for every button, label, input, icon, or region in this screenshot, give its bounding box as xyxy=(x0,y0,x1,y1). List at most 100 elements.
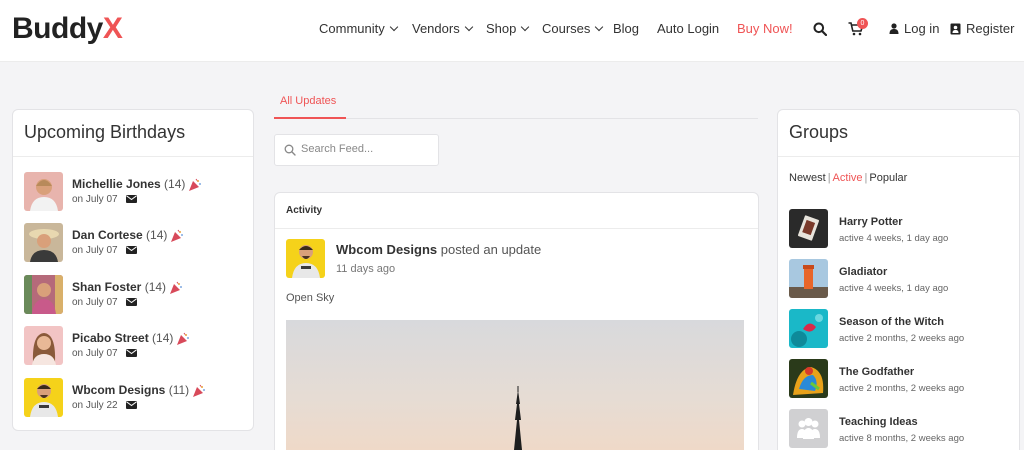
member-name: Dan Cortese (14) xyxy=(72,228,184,243)
search-feed-box xyxy=(274,134,439,166)
group-avatar[interactable] xyxy=(789,409,828,448)
birthdays-widget: Upcoming Birthdays Michellie Jones (14) … xyxy=(12,109,254,431)
login-label: Log in xyxy=(904,21,940,36)
filter-separator: | xyxy=(827,172,831,184)
nav-item-shop[interactable]: Shop xyxy=(486,21,530,36)
filter-newest[interactable]: Newest xyxy=(789,172,826,184)
widget-title: Upcoming Birthdays xyxy=(24,122,186,142)
nav-label: Shop xyxy=(486,21,517,36)
filter-popular[interactable]: Popular xyxy=(869,172,907,184)
login-link[interactable]: Log in xyxy=(889,21,939,36)
avatar[interactable] xyxy=(24,326,63,365)
author-name-link[interactable]: Wbcom Designs xyxy=(336,242,437,257)
party-popper-icon xyxy=(171,229,184,242)
age-count: (14) xyxy=(144,280,167,294)
post-image[interactable] xyxy=(286,320,744,450)
nav-label: Auto Login xyxy=(657,21,720,36)
active-tab-indicator xyxy=(274,117,346,119)
chevron-down-icon xyxy=(464,22,473,32)
envelope-icon[interactable] xyxy=(126,195,137,203)
party-popper-icon xyxy=(193,384,206,397)
nav-item-buy-now[interactable]: Buy Now! xyxy=(737,21,793,36)
divider xyxy=(778,156,1019,157)
chevron-down-icon xyxy=(521,22,530,32)
groups-widget: Groups Newest | Active | Popular Harry Potte… xyxy=(777,109,1020,450)
envelope-icon[interactable] xyxy=(126,349,137,357)
nav-label: Blog xyxy=(613,21,640,36)
birthday-date: on July 07 xyxy=(72,194,118,205)
widget-title: Groups xyxy=(789,122,849,142)
envelope-icon[interactable] xyxy=(126,246,137,254)
tab-all-updates[interactable]: All Updates xyxy=(280,95,336,107)
nav-label: Vendors xyxy=(412,21,460,36)
logo-text-accent: X xyxy=(102,12,123,45)
group-name-link[interactable]: Season of the Witch xyxy=(839,316,944,328)
member-name: Picabo Street (14) xyxy=(72,331,190,346)
user-icon xyxy=(889,23,899,34)
nav-item-courses[interactable]: Courses xyxy=(542,21,604,36)
activity-heading: Activity xyxy=(286,205,323,216)
tab-divider xyxy=(274,118,758,119)
group-avatar[interactable] xyxy=(789,309,828,348)
member-name: Shan Foster (14) xyxy=(72,280,183,295)
birthday-item: Wbcom Designs (11) on July 22 xyxy=(24,378,244,418)
envelope-icon[interactable] xyxy=(126,298,137,306)
site-logo[interactable]: BuddyX xyxy=(12,12,123,46)
group-last-active: active 4 weeks, 1 day ago xyxy=(839,233,949,244)
member-name-link[interactable]: Michellie Jones xyxy=(72,177,161,191)
avatar[interactable] xyxy=(24,172,63,211)
post-title: Wbcom Designs posted an update xyxy=(336,242,541,257)
member-name-link[interactable]: Shan Foster xyxy=(72,280,141,294)
avatar[interactable] xyxy=(24,223,63,262)
author-avatar[interactable] xyxy=(286,239,325,278)
nav-item-community[interactable]: Community xyxy=(319,21,398,36)
birthday-date: on July 07 xyxy=(72,297,118,308)
group-avatar[interactable] xyxy=(789,359,828,398)
group-last-active: active 8 months, 2 weeks ago xyxy=(839,433,965,444)
post-timestamp[interactable]: 11 days ago xyxy=(336,263,395,275)
member-name: Michellie Jones (14) xyxy=(72,177,202,192)
birthday-date: on July 07 xyxy=(72,348,118,359)
group-item: Harry Potter active 4 weeks, 1 day ago xyxy=(789,209,1009,249)
group-item: Gladiator active 4 weeks, 1 day ago xyxy=(789,259,1009,299)
site-header: BuddyX Community Vendors Shop Courses Bl… xyxy=(0,0,1024,62)
party-popper-icon xyxy=(170,281,182,294)
group-name-link[interactable]: Teaching Ideas xyxy=(839,416,918,428)
avatar[interactable] xyxy=(24,275,63,314)
group-name-link[interactable]: Gladiator xyxy=(839,266,887,278)
birthday-item: Michellie Jones (14) on July 07 xyxy=(24,172,244,212)
group-last-active: active 2 months, 2 weeks ago xyxy=(839,383,965,394)
birthday-date: on July 22 xyxy=(72,400,118,411)
group-name-link[interactable]: The Godfather xyxy=(839,366,914,378)
search-feed-input[interactable] xyxy=(301,143,431,155)
group-avatar[interactable] xyxy=(789,259,828,298)
search-icon[interactable] xyxy=(813,22,827,36)
age-count: (14) xyxy=(146,228,168,242)
birthday-item: Shan Foster (14) on July 07 xyxy=(24,275,244,315)
post-action: posted an update xyxy=(437,242,542,257)
nav-item-auto-login[interactable]: Auto Login xyxy=(657,21,719,36)
party-popper-icon xyxy=(177,332,190,345)
group-name-link[interactable]: Harry Potter xyxy=(839,216,903,228)
divider xyxy=(275,228,758,229)
register-link[interactable]: Register xyxy=(950,21,1014,36)
filter-active[interactable]: Active xyxy=(833,172,863,184)
member-name: Wbcom Designs (11) xyxy=(72,383,206,398)
member-name-link[interactable]: Dan Cortese xyxy=(72,228,143,242)
age-count: (14) xyxy=(164,177,186,191)
nav-item-blog[interactable]: Blog xyxy=(613,21,639,36)
nav-label: Community xyxy=(319,21,385,36)
avatar[interactable] xyxy=(24,378,63,417)
cart-count-badge: 0 xyxy=(857,18,868,29)
age-count: (11) xyxy=(168,383,190,397)
nav-item-vendors[interactable]: Vendors xyxy=(412,21,473,36)
chevron-down-icon xyxy=(389,22,398,32)
group-item: Teaching Ideas active 8 months, 2 weeks … xyxy=(789,409,1009,449)
envelope-icon[interactable] xyxy=(126,401,137,409)
nav-label: Buy Now! xyxy=(737,21,793,36)
search-icon xyxy=(284,144,296,156)
group-avatar[interactable] xyxy=(789,209,828,248)
member-name-link[interactable]: Picabo Street xyxy=(72,331,149,345)
member-name-link[interactable]: Wbcom Designs xyxy=(72,383,165,397)
divider xyxy=(13,156,253,157)
